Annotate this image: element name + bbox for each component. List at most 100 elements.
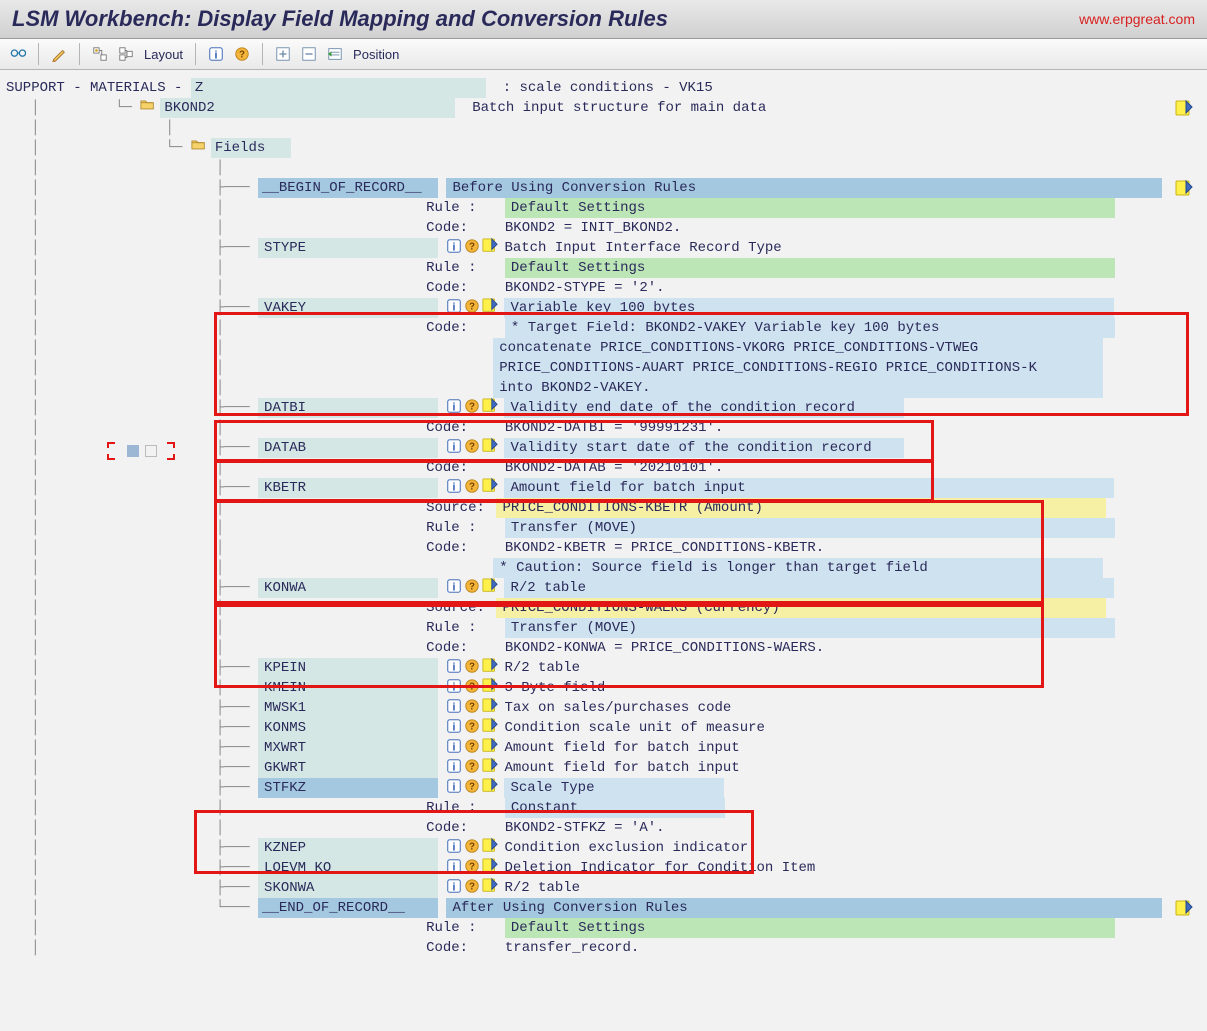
note-icon[interactable] — [482, 838, 498, 854]
note-icon[interactable] — [482, 438, 498, 454]
node-bkond2[interactable]: │ └─ BKOND2 Batch input structure for ma… — [6, 98, 1201, 118]
note-icon[interactable] — [482, 298, 498, 314]
field-name[interactable]: LOEVM_KO — [258, 858, 438, 878]
info-icon[interactable] — [206, 44, 226, 64]
info-icon[interactable] — [446, 238, 462, 254]
note-flag-icon[interactable] — [1175, 900, 1193, 916]
fields-label[interactable]: Fields — [211, 138, 291, 158]
collapse-all-icon[interactable] — [299, 44, 319, 64]
field-mwsk1[interactable]: │ ├─── MWSK1 Tax on sales/purchases code — [6, 698, 1201, 718]
note-icon[interactable] — [482, 858, 498, 874]
help-icon[interactable] — [464, 838, 480, 854]
position-icon[interactable] — [325, 44, 345, 64]
field-loevm_ko[interactable]: │ ├─── LOEVM_KO Deletion Indicator for C… — [6, 858, 1201, 878]
tree-one-icon[interactable] — [90, 44, 110, 64]
datbi-name[interactable]: DATBI — [258, 398, 438, 418]
info-icon[interactable] — [446, 478, 462, 494]
field-stfkz[interactable]: │ ├─── STFKZ Scale Type — [6, 778, 1201, 798]
field-datab[interactable]: │ ├─── DATAB Validity start date of the … — [6, 438, 1201, 458]
position-label[interactable]: Position — [351, 47, 401, 62]
field-name[interactable]: KPEIN — [258, 658, 438, 678]
note-flag-icon[interactable] — [1175, 100, 1193, 116]
help-icon[interactable] — [464, 698, 480, 714]
help-icon[interactable] — [464, 858, 480, 874]
stype-name[interactable]: STYPE — [258, 238, 438, 258]
info-icon[interactable] — [446, 778, 462, 794]
info-icon[interactable] — [446, 698, 462, 714]
field-end-of-record[interactable]: │ └─── __END_OF_RECORD__ After Using Con… — [6, 898, 1201, 918]
field-name[interactable]: SKONWA — [258, 878, 438, 898]
help-icon[interactable] — [464, 658, 480, 674]
help-icon[interactable] — [464, 678, 480, 694]
info-icon[interactable] — [446, 718, 462, 734]
help-icon[interactable] — [464, 758, 480, 774]
field-kznep[interactable]: │ ├─── KZNEP Condition exclusion indicat… — [6, 838, 1201, 858]
note-icon[interactable] — [482, 578, 498, 594]
layout-label[interactable]: Layout — [142, 47, 185, 62]
field-kmein[interactable]: │ ├─── KMEIN 3-Byte field — [6, 678, 1201, 698]
field-begin-of-record[interactable]: │ ├─── __BEGIN_OF_RECORD__ Before Using … — [6, 178, 1201, 198]
note-icon[interactable] — [482, 738, 498, 754]
help-icon[interactable] — [464, 778, 480, 794]
field-konms[interactable]: │ ├─── KONMS Condition scale unit of mea… — [6, 718, 1201, 738]
field-kbetr[interactable]: │ ├─── KBETR Amount field for batch inpu… — [6, 478, 1201, 498]
field-name[interactable]: KMEIN — [258, 678, 438, 698]
note-icon[interactable] — [482, 398, 498, 414]
help-icon[interactable] — [464, 238, 480, 254]
help-icon[interactable] — [464, 478, 480, 494]
note-icon[interactable] — [482, 238, 498, 254]
info-icon[interactable] — [446, 838, 462, 854]
field-name[interactable]: KONMS — [258, 718, 438, 738]
field-name[interactable]: MWSK1 — [258, 698, 438, 718]
bkond2-name[interactable]: BKOND2 — [160, 98, 455, 118]
note-icon[interactable] — [482, 758, 498, 774]
konwa-name[interactable]: KONWA — [258, 578, 438, 598]
begin-of-record-name[interactable]: __BEGIN_OF_RECORD__ — [258, 178, 438, 198]
edit-icon[interactable] — [49, 44, 69, 64]
note-icon[interactable] — [482, 698, 498, 714]
note-icon[interactable] — [482, 878, 498, 894]
field-vakey[interactable]: │ ├─── VAKEY Variable key 100 bytes — [6, 298, 1201, 318]
field-name[interactable]: GKWRT — [258, 758, 438, 778]
field-gkwrt[interactable]: │ ├─── GKWRT Amount field for batch inpu… — [6, 758, 1201, 778]
info-icon[interactable] — [446, 678, 462, 694]
field-kpein[interactable]: │ ├─── KPEIN R/2 table — [6, 658, 1201, 678]
info-icon[interactable] — [446, 878, 462, 894]
end-of-record-name[interactable]: __END_OF_RECORD__ — [258, 898, 438, 918]
breadcrumb-object[interactable]: Z — [191, 78, 486, 98]
field-name[interactable]: KZNEP — [258, 838, 438, 858]
node-fields[interactable]: │ └─ Fields — [6, 138, 1201, 158]
info-icon[interactable] — [446, 578, 462, 594]
display-change-toggle-icon[interactable] — [8, 44, 28, 64]
info-icon[interactable] — [446, 298, 462, 314]
field-mxwrt[interactable]: │ ├─── MXWRT Amount field for batch inpu… — [6, 738, 1201, 758]
help-icon[interactable] — [464, 718, 480, 734]
note-icon[interactable] — [482, 658, 498, 674]
field-skonwa[interactable]: │ ├─── SKONWA R/2 table — [6, 878, 1201, 898]
help-icon[interactable] — [464, 578, 480, 594]
help-icon[interactable] — [464, 738, 480, 754]
expand-all-icon[interactable] — [273, 44, 293, 64]
info-icon[interactable] — [446, 438, 462, 454]
note-icon[interactable] — [482, 778, 498, 794]
field-name[interactable]: MXWRT — [258, 738, 438, 758]
note-icon[interactable] — [482, 478, 498, 494]
info-icon[interactable] — [446, 858, 462, 874]
help-icon[interactable] — [464, 438, 480, 454]
info-icon[interactable] — [446, 738, 462, 754]
help-icon[interactable] — [464, 298, 480, 314]
datab-name[interactable]: DATAB — [258, 438, 438, 458]
vakey-name[interactable]: VAKEY — [258, 298, 438, 318]
field-datbi[interactable]: │ ├─── DATBI Validity end date of the co… — [6, 398, 1201, 418]
note-flag-icon[interactable] — [1175, 180, 1193, 196]
help-icon[interactable] — [232, 44, 252, 64]
stfkz-name[interactable]: STFKZ — [258, 778, 438, 798]
tree-two-icon[interactable] — [116, 44, 136, 64]
info-icon[interactable] — [446, 758, 462, 774]
info-icon[interactable] — [446, 398, 462, 414]
field-stype[interactable]: │ ├─── STYPE Batch Input Interface Recor… — [6, 238, 1201, 258]
kbetr-name[interactable]: KBETR — [258, 478, 438, 498]
info-icon[interactable] — [446, 658, 462, 674]
note-icon[interactable] — [482, 718, 498, 734]
field-konwa[interactable]: │ ├─── KONWA R/2 table — [6, 578, 1201, 598]
